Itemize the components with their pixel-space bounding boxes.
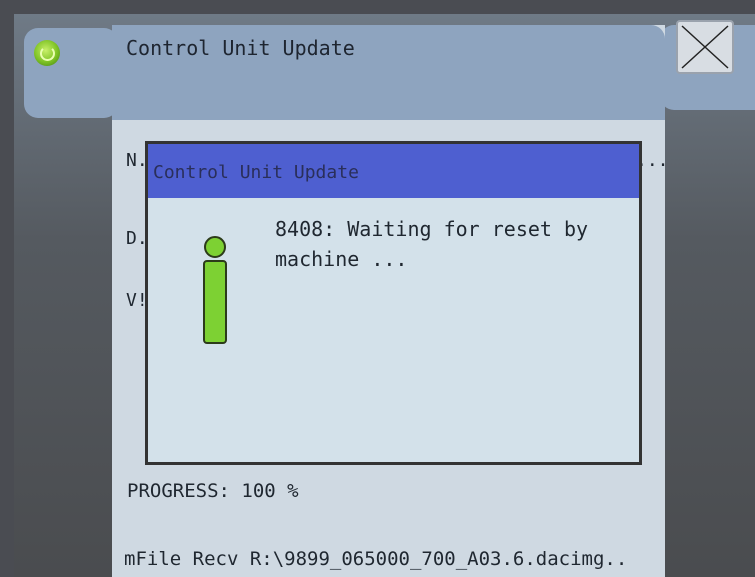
- info-icon: [203, 236, 227, 344]
- screen-bezel-left: [0, 0, 14, 577]
- dialog-message: 8408: Waiting for reset by machine ...: [275, 217, 589, 271]
- info-icon-bar: [203, 260, 227, 344]
- header-icon-tile: [24, 28, 118, 118]
- close-button[interactable]: [676, 20, 734, 74]
- screen-bezel-top: [0, 0, 755, 14]
- dialog-title-bar: Control Unit Update: [148, 144, 639, 198]
- update-dialog: Control Unit Update 8408: Waiting for re…: [145, 141, 642, 465]
- window-title: Control Unit Update: [126, 36, 355, 60]
- control-unit-icon: [34, 40, 60, 66]
- info-icon-dot: [204, 236, 226, 258]
- file-receive-status: mFile Recv R:\9899_065000_700_A03.6.daci…: [124, 548, 628, 570]
- progress-status: PROGRESS: 100 %: [127, 480, 299, 502]
- close-x-icon: [681, 25, 729, 69]
- dialog-title: Control Unit Update: [153, 162, 359, 183]
